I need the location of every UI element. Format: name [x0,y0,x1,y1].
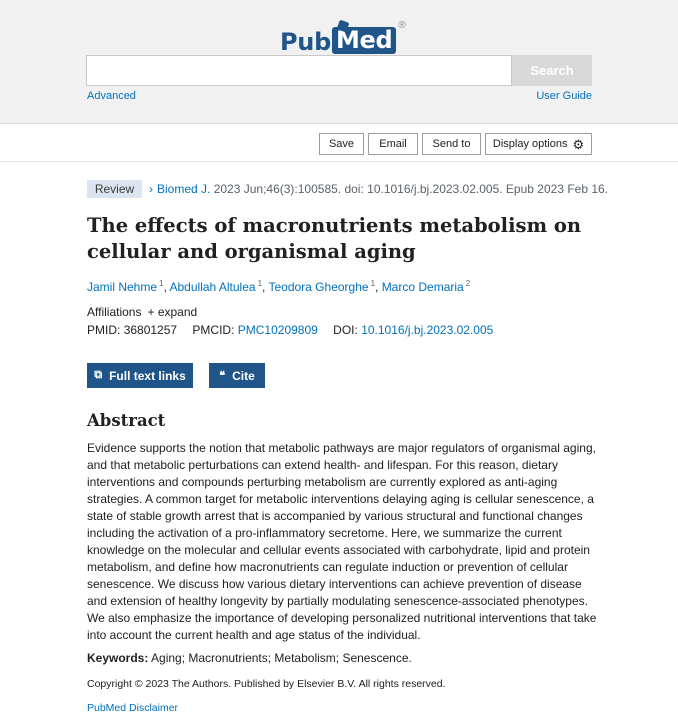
expand-button[interactable]: + expand [147,305,197,319]
keywords-label: Keywords: [87,651,149,665]
journal-link[interactable]: Biomed J. [157,182,210,196]
article-title: The effects of macronutrients metabolism… [87,214,582,263]
external-link-icon: ⧉ [94,369,103,381]
author-list: Jamil Nehme 1, Abdullah Altulea 1, Teodora… [87,279,471,294]
author-link[interactable]: Abdullah Altulea [170,280,256,294]
registered-mark: ® [398,20,406,31]
affiliations-toggle[interactable]: Affiliations + expand [87,305,197,319]
doi-link[interactable]: 10.1016/j.bj.2023.02.005 [361,323,493,337]
chevron-right-icon: › [149,182,153,196]
author-link[interactable]: Marco Demaria [382,280,464,294]
abstract-heading: Abstract [87,411,166,430]
send-to-button[interactable]: Send to [422,133,481,155]
save-button[interactable]: Save [319,133,364,155]
author-link[interactable]: Teodora Gheorghe [268,280,368,294]
doi-label: DOI: [333,323,358,337]
citation-line: › Biomed J. 2023 Jun;46(3):100585. doi: 1… [149,182,608,196]
author-link[interactable]: Jamil Nehme [87,280,157,294]
citation-details: 2023 Jun;46(3):100585. doi: 10.1016/j.bj… [210,182,609,196]
gear-icon: ⚙ [572,136,585,152]
article-identifiers: PMID: 36801257 PMCID: PMC10209809 DOI: 1… [87,323,493,337]
pmcid-link[interactable]: PMC10209809 [238,323,318,337]
site-header: Pub Med ® Search Advanced User Guide [0,0,678,124]
copyright-notice: Copyright © 2023 The Authors. Published … [87,678,446,690]
search-button[interactable]: Search [512,55,592,86]
display-options-label: Display options [492,138,568,150]
logo-med-text: Med [331,27,397,54]
pubmed-disclaimer-link[interactable]: PubMed Disclaimer [87,702,178,714]
pmid-label: PMID: [87,323,121,337]
affiliations-label: Affiliations [87,305,142,319]
logo-pub-text: Pub [280,28,331,56]
email-button[interactable]: Email [368,133,418,155]
cite-label: Cite [232,368,255,383]
full-text-links-label: Full text links [109,368,186,383]
pubmed-logo[interactable]: Pub Med ® [280,14,406,54]
pmid-value: 36801257 [123,323,178,337]
display-options-button[interactable]: Display options ⚙ [485,133,592,155]
search-input[interactable] [86,55,512,86]
abstract-text: Evidence supports the notion that metabo… [87,441,597,642]
advanced-search-link[interactable]: Advanced [87,90,136,102]
keywords: Keywords: Aging; Macronutrients; Metabol… [87,651,412,665]
keywords-list: Aging; Macronutrients; Metabolism; Senes… [148,651,412,665]
action-bar: Save Email Send to Display options ⚙ [0,124,678,162]
cite-button[interactable]: ❝ Cite [209,363,265,388]
pmcid-label: PMCID: [192,323,235,337]
article-type-badge: Review [87,180,142,198]
author-affiliation-number[interactable]: 2 [466,279,470,288]
user-guide-link[interactable]: User Guide [536,90,592,102]
full-text-links-button[interactable]: ⧉ Full text links [87,363,193,388]
quote-icon: ❝ [219,370,226,382]
